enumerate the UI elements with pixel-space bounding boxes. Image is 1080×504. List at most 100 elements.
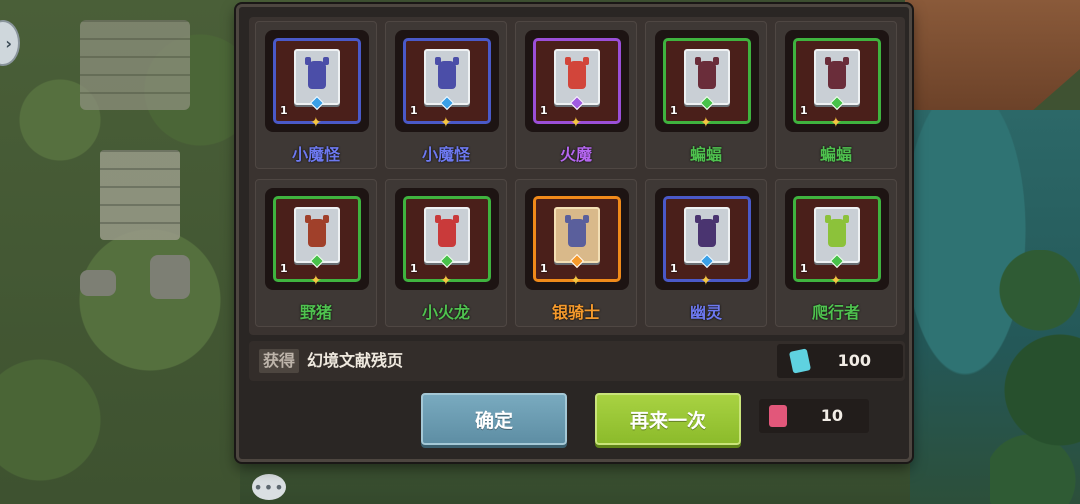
card-name: 爬行者	[811, 303, 860, 322]
star-icon: ✦	[570, 115, 582, 131]
rock	[80, 270, 116, 296]
card-slot[interactable]: 1 ✦ 蝙蝠	[775, 21, 897, 169]
card-slot[interactable]: 1 ✦ 爬行者	[775, 179, 897, 327]
creature-sprite	[565, 57, 589, 89]
card-frame: 1 ✦	[785, 188, 889, 290]
imp-icon	[294, 49, 340, 111]
creature-sprite	[305, 215, 329, 247]
card-count: 1	[670, 104, 678, 117]
ghost-icon	[684, 207, 730, 269]
card: 1 ✦	[793, 196, 881, 288]
card-frame: 1 ✦	[395, 188, 499, 290]
creature-sprite	[565, 215, 589, 247]
card-count: 1	[800, 262, 808, 275]
card: 1 ✦	[663, 38, 751, 130]
stone-ruin	[80, 20, 190, 110]
star-icon: ✦	[830, 115, 842, 131]
creature-sprite	[435, 57, 459, 89]
card-name: 银骑士	[551, 303, 600, 322]
card-slot[interactable]: 1 ✦ 小魔怪	[385, 21, 507, 169]
creature-sprite	[305, 57, 329, 89]
fire-dragon-icon	[424, 207, 470, 269]
card-count: 1	[280, 262, 288, 275]
card-count: 1	[800, 104, 808, 117]
card-name: 蝙蝠	[819, 145, 852, 164]
card-grid: 1 ✦ 小魔怪 1 ✦ 小魔怪 1 ✦ 火魔 1 ✦ 蝙蝠 1 ✦ 蝙蝠 1 ✦…	[249, 17, 905, 335]
fire-demon-icon	[554, 49, 600, 111]
card-frame: 1 ✦	[655, 188, 759, 290]
gem-icon	[439, 95, 455, 111]
card-name: 野猪	[299, 303, 332, 322]
card-count: 1	[670, 262, 678, 275]
silver-knight-icon	[554, 207, 600, 269]
creature-sprite	[695, 215, 719, 247]
gem-icon	[569, 253, 585, 269]
creature-sprite	[695, 57, 719, 89]
gem-icon	[699, 253, 715, 269]
card-frame: 1 ✦	[525, 30, 629, 132]
card-name: 幽灵	[689, 303, 722, 322]
star-icon: ✦	[310, 273, 322, 289]
reward-item-name: 幻境文献残页	[307, 351, 404, 370]
bat-icon	[684, 49, 730, 111]
bat-icon	[814, 49, 860, 111]
resource-value: 100	[837, 351, 871, 370]
creature-sprite	[825, 215, 849, 247]
star-icon: ✦	[830, 273, 842, 289]
trees	[990, 250, 1080, 504]
card: 1 ✦	[533, 38, 621, 130]
draw-again-button[interactable]: 再来一次	[595, 393, 741, 445]
gem-icon	[309, 253, 325, 269]
card-count: 1	[410, 104, 418, 117]
gem-icon	[829, 95, 845, 111]
card-count: 1	[540, 262, 548, 275]
star-icon: ✦	[440, 115, 452, 131]
creature-sprite	[825, 57, 849, 89]
card-name: 小魔怪	[421, 145, 470, 164]
resource-draw-tickets: 10	[759, 399, 869, 433]
card: 1 ✦	[793, 38, 881, 130]
card-slot[interactable]: 1 ✦ 银骑士	[515, 179, 637, 327]
card-frame: 1 ✦	[265, 30, 369, 132]
card-frame: 1 ✦	[265, 188, 369, 290]
card-name: 小魔怪	[291, 145, 340, 164]
card: 1 ✦	[403, 196, 491, 288]
gem-icon	[569, 95, 585, 111]
card-frame: 1 ✦	[525, 188, 629, 290]
card: 1 ✦	[273, 38, 361, 130]
card-count: 1	[410, 262, 418, 275]
stone-ruin	[100, 150, 180, 240]
star-icon: ✦	[700, 115, 712, 131]
card: 1 ✦	[663, 196, 751, 288]
card-slot[interactable]: 1 ✦ 幽灵	[645, 179, 767, 327]
card-slot[interactable]: 1 ✦ 蝙蝠	[645, 21, 767, 169]
creature-sprite	[435, 215, 459, 247]
card-frame: 1 ✦	[655, 30, 759, 132]
card-name: 蝙蝠	[689, 145, 722, 164]
card: 1 ✦	[533, 196, 621, 288]
gem-icon	[309, 95, 325, 111]
confirm-button[interactable]: 确定	[421, 393, 567, 445]
star-icon: ✦	[700, 273, 712, 289]
card-frame: 1 ✦	[785, 30, 889, 132]
card-slot[interactable]: 1 ✦ 火魔	[515, 21, 637, 169]
scroll-ticket-icon	[769, 405, 787, 427]
reward-row: 获得 幻境文献残页 100	[249, 341, 905, 381]
imp-icon	[424, 49, 470, 111]
card-slot[interactable]: 1 ✦ 小火龙	[385, 179, 507, 327]
resource-value: 10	[820, 406, 843, 425]
rock	[150, 255, 190, 299]
chat-bubble-icon[interactable]: •••	[252, 474, 286, 500]
ship-deck	[905, 0, 1080, 115]
star-icon: ✦	[570, 273, 582, 289]
gem-icon	[439, 253, 455, 269]
tome-page-icon	[788, 348, 812, 374]
draw-result-dialog: 1 ✦ 小魔怪 1 ✦ 小魔怪 1 ✦ 火魔 1 ✦ 蝙蝠 1 ✦ 蝙蝠 1 ✦…	[236, 4, 912, 462]
boar-icon	[294, 207, 340, 269]
card-frame: 1 ✦	[395, 30, 499, 132]
card-slot[interactable]: 1 ✦ 野猪	[255, 179, 377, 327]
card-slot[interactable]: 1 ✦ 小魔怪	[255, 21, 377, 169]
resource-tome-pages: 100	[777, 344, 903, 378]
gem-icon	[829, 253, 845, 269]
card-name: 火魔	[559, 145, 592, 164]
